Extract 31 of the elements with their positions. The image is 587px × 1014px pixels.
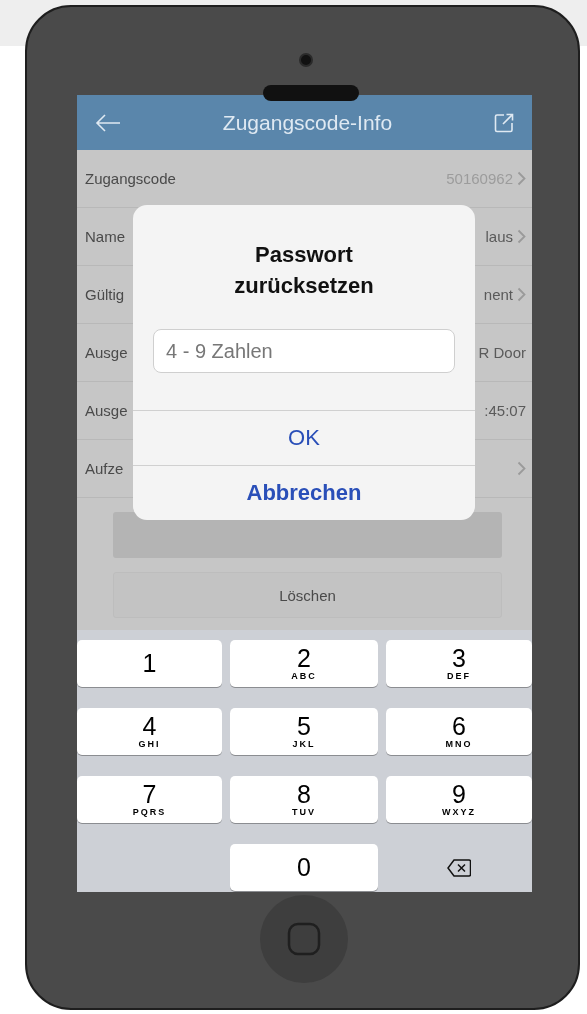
cancel-button[interactable]: Abbrechen — [133, 465, 475, 520]
pin-input-field[interactable]: 4 - 9 Zahlen — [153, 329, 455, 373]
row-label: Ausge — [85, 344, 128, 361]
row-label: Zugangscode — [85, 170, 176, 187]
keypad-key[interactable]: 5 JKL — [230, 708, 378, 755]
ok-button[interactable]: OK — [133, 410, 475, 465]
keypad-key[interactable]: 8 TUV — [230, 776, 378, 823]
back-arrow-icon[interactable] — [95, 112, 121, 133]
keypad-key[interactable]: 6 MNO — [386, 708, 532, 755]
nav-title: Zugangscode-Info — [222, 110, 393, 135]
camera-dot — [299, 53, 313, 67]
dialog-title: Passwort zurücksetzen — [233, 241, 375, 300]
keypad-key[interactable]: 0 — [230, 844, 378, 891]
row-label: Name — [85, 228, 125, 245]
row-value: :45:07 — [484, 402, 526, 419]
row-value: R Door — [478, 344, 526, 361]
keypad-key[interactable]: 2 ABC — [230, 640, 378, 687]
home-square-icon — [287, 922, 321, 956]
keypad-key[interactable]: 1 — [77, 640, 222, 687]
row-label: Gültig — [85, 286, 125, 303]
delete-button[interactable]: Löschen — [113, 572, 502, 618]
row-value: nent — [483, 286, 513, 303]
row-label: Aufze — [85, 460, 124, 477]
keypad-key[interactable]: 9 WXYZ — [386, 776, 532, 823]
keypad-key[interactable]: 7 PQRS — [77, 776, 222, 823]
row-label: Ausge — [85, 402, 128, 419]
backspace-icon — [447, 858, 471, 877]
keypad-key[interactable]: 3 DEF — [386, 640, 532, 687]
keypad-key[interactable]: 4 GHI — [77, 708, 222, 755]
row-value: laus — [485, 228, 513, 245]
share-icon[interactable] — [494, 112, 514, 133]
